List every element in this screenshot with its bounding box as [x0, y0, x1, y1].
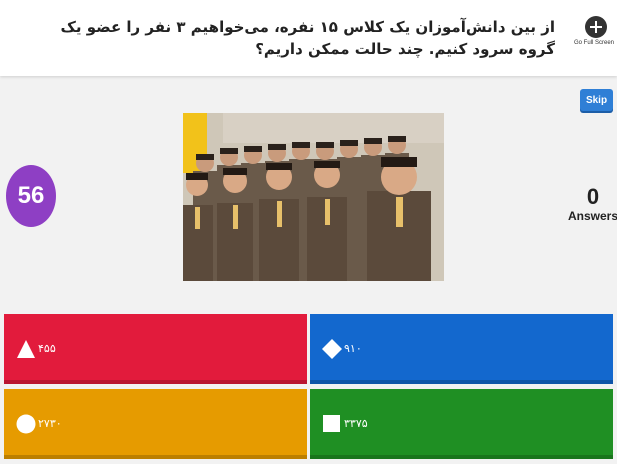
- plus-circle-icon: [585, 16, 607, 38]
- answer-option-text: ۴۵۵: [38, 342, 56, 355]
- answers-label: Answers: [567, 209, 617, 223]
- skip-button[interactable]: Skip: [580, 89, 613, 111]
- fullscreen-button[interactable]: Go Full Screen: [574, 16, 614, 46]
- question-text: از بین دانش‌آموزان یک کلاس ۱۵ نفره، می‌خ…: [60, 18, 555, 58]
- timer-badge: 56: [6, 165, 56, 227]
- answer-option-text: ۲۷۳۰: [38, 417, 62, 430]
- triangle-icon: [17, 340, 35, 358]
- question-image: [183, 113, 444, 281]
- answer-option-4[interactable]: ۳۳۷۵: [310, 389, 613, 459]
- question-header: از بین دانش‌آموزان یک کلاس ۱۵ نفره، می‌خ…: [0, 0, 617, 76]
- fullscreen-label: Go Full Screen: [574, 40, 615, 46]
- choir-photo: [183, 113, 444, 281]
- answers-counter: 0 Answers: [566, 184, 617, 224]
- answer-option-text: ۳۳۷۵: [344, 417, 368, 430]
- answers-count: 0: [586, 184, 600, 209]
- circle-icon: [16, 414, 36, 434]
- answer-option-3[interactable]: ۲۷۳۰: [4, 389, 307, 459]
- square-icon: [323, 415, 340, 432]
- answer-option-2[interactable]: ۹۱۰: [310, 314, 613, 384]
- diamond-icon: [322, 339, 342, 359]
- answer-option-text: ۹۱۰: [344, 342, 362, 355]
- answer-option-1[interactable]: ۴۵۵: [4, 314, 307, 384]
